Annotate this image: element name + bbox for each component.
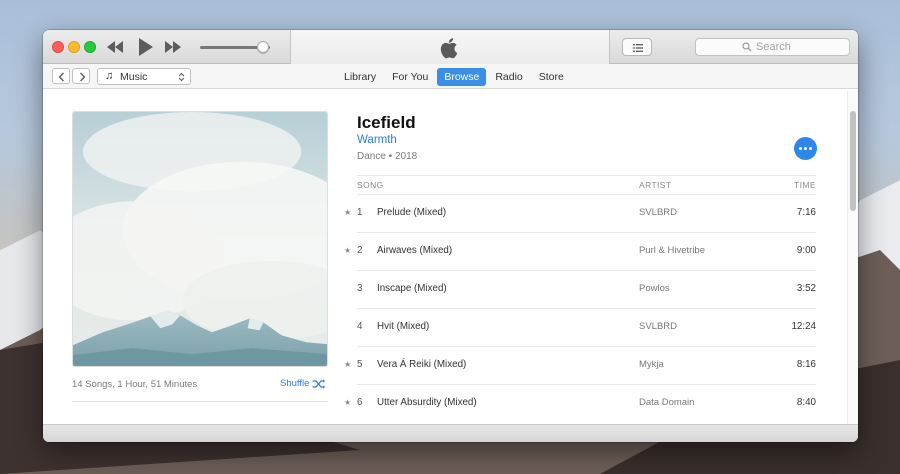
track-row[interactable]: ★ 2 Airwaves (Mixed) Purl & Hivetribe 9:…: [343, 233, 816, 271]
star-icon: ★: [344, 360, 352, 369]
star-icon: ★: [344, 246, 352, 255]
shuffle-button[interactable]: Shuffle: [280, 378, 326, 389]
track-title: Inscape (Mixed): [377, 283, 447, 294]
forward-button[interactable]: [72, 68, 90, 84]
track-artist[interactable]: Powlos: [639, 283, 670, 294]
track-title: Utter Absurdity (Mixed): [377, 397, 477, 408]
more-options-button[interactable]: [794, 137, 817, 160]
album-artwork[interactable]: [72, 111, 328, 367]
tab-library[interactable]: Library: [337, 68, 383, 86]
title-bar: Search: [43, 30, 858, 64]
tab-for-you[interactable]: For You: [385, 68, 435, 86]
album-detail-view: 14 Songs, 1 Hour, 51 Minutes Shuffle Ice…: [43, 90, 858, 424]
back-button[interactable]: [52, 68, 70, 84]
track-number: 4: [357, 321, 363, 332]
track-number: 1: [357, 207, 363, 218]
track-row[interactable]: ★ 1 Prelude (Mixed) SVLBRD 7:16: [343, 195, 816, 233]
track-title: Vera Á Reiki (Mixed): [377, 359, 467, 370]
section-tabs: Library For You Browse Radio Store: [337, 68, 573, 86]
media-type-select[interactable]: ♫ Music: [97, 68, 191, 85]
column-header-song[interactable]: SONG: [357, 180, 384, 190]
close-window-button[interactable]: [52, 41, 64, 53]
itunes-window: Search ♫ Music Library For You Browse Ra: [43, 30, 858, 442]
track-number: 2: [357, 245, 363, 256]
track-number: 5: [357, 359, 363, 370]
apple-logo-icon: [440, 38, 458, 59]
column-header-time[interactable]: TIME: [794, 180, 816, 190]
divider: [72, 401, 328, 402]
track-title: Prelude (Mixed): [377, 207, 447, 218]
minimize-window-button[interactable]: [68, 41, 80, 53]
track-artist[interactable]: SVLBRD: [639, 321, 677, 332]
volume-slider-knob[interactable]: [257, 41, 269, 53]
track-time: 12:24: [791, 321, 816, 332]
search-field[interactable]: Search: [695, 38, 850, 56]
search-placeholder: Search: [756, 41, 791, 53]
album-summary: 14 Songs, 1 Hour, 51 Minutes: [72, 379, 198, 390]
status-display: [290, 30, 610, 64]
star-icon: ★: [344, 398, 352, 407]
bottom-status-bar: [43, 424, 858, 442]
star-icon: ★: [344, 208, 352, 217]
shuffle-icon: [312, 379, 326, 388]
ellipsis-dot: [804, 147, 807, 150]
play-icon[interactable]: [136, 37, 154, 57]
track-number: 3: [357, 283, 363, 294]
column-header-artist[interactable]: ARTIST: [639, 180, 671, 190]
divider: [357, 175, 816, 176]
track-artist[interactable]: SVLBRD: [639, 207, 677, 218]
track-row[interactable]: 4 Hvit (Mixed) SVLBRD 12:24: [343, 309, 816, 347]
list-icon: [633, 44, 643, 52]
media-type-label: Music: [120, 71, 148, 83]
vertical-scrollbar[interactable]: [847, 90, 858, 424]
music-note-icon: ♫: [105, 70, 114, 82]
navigation-bar: ♫ Music Library For You Browse Radio Sto…: [43, 64, 858, 89]
chevron-left-icon: [58, 72, 64, 82]
scrollbar-thumb[interactable]: [850, 111, 856, 211]
search-icon: [742, 42, 752, 52]
track-row[interactable]: ★ 5 Vera Á Reiki (Mixed) Mykja 8:16: [343, 347, 816, 385]
track-time: 3:52: [796, 283, 816, 294]
track-time: 7:16: [796, 207, 816, 218]
track-time: 9:00: [796, 245, 816, 256]
ellipsis-dot: [799, 147, 802, 150]
track-title: Hvit (Mixed): [377, 321, 430, 332]
chevron-right-icon: [80, 72, 86, 82]
zoom-window-button[interactable]: [84, 41, 96, 53]
tab-store[interactable]: Store: [532, 68, 571, 86]
tab-radio[interactable]: Radio: [488, 68, 529, 86]
album-artist-link[interactable]: Warmth: [357, 134, 397, 146]
track-artist[interactable]: Data Domain: [639, 397, 694, 408]
shuffle-label: Shuffle: [280, 378, 310, 389]
track-time: 8:16: [796, 359, 816, 370]
album-title: Icefield: [357, 113, 416, 132]
track-row[interactable]: ★ 6 Utter Absurdity (Mixed) Data Domain …: [343, 385, 816, 423]
ellipsis-dot: [809, 147, 812, 150]
chevron-updown-icon: [178, 72, 185, 82]
track-artist[interactable]: Purl & Hivetribe: [639, 245, 705, 256]
tab-browse[interactable]: Browse: [437, 68, 487, 86]
up-next-list-button[interactable]: [622, 38, 652, 56]
rewind-icon[interactable]: [105, 39, 125, 55]
track-time: 8:40: [796, 397, 816, 408]
fast-forward-icon[interactable]: [163, 39, 183, 55]
track-artist[interactable]: Mykja: [639, 359, 664, 370]
track-title: Airwaves (Mixed): [377, 245, 453, 256]
track-number: 6: [357, 397, 363, 408]
album-genre-year: Dance • 2018: [357, 151, 418, 162]
track-row[interactable]: 3 Inscape (Mixed) Powlos 3:52: [343, 271, 816, 309]
